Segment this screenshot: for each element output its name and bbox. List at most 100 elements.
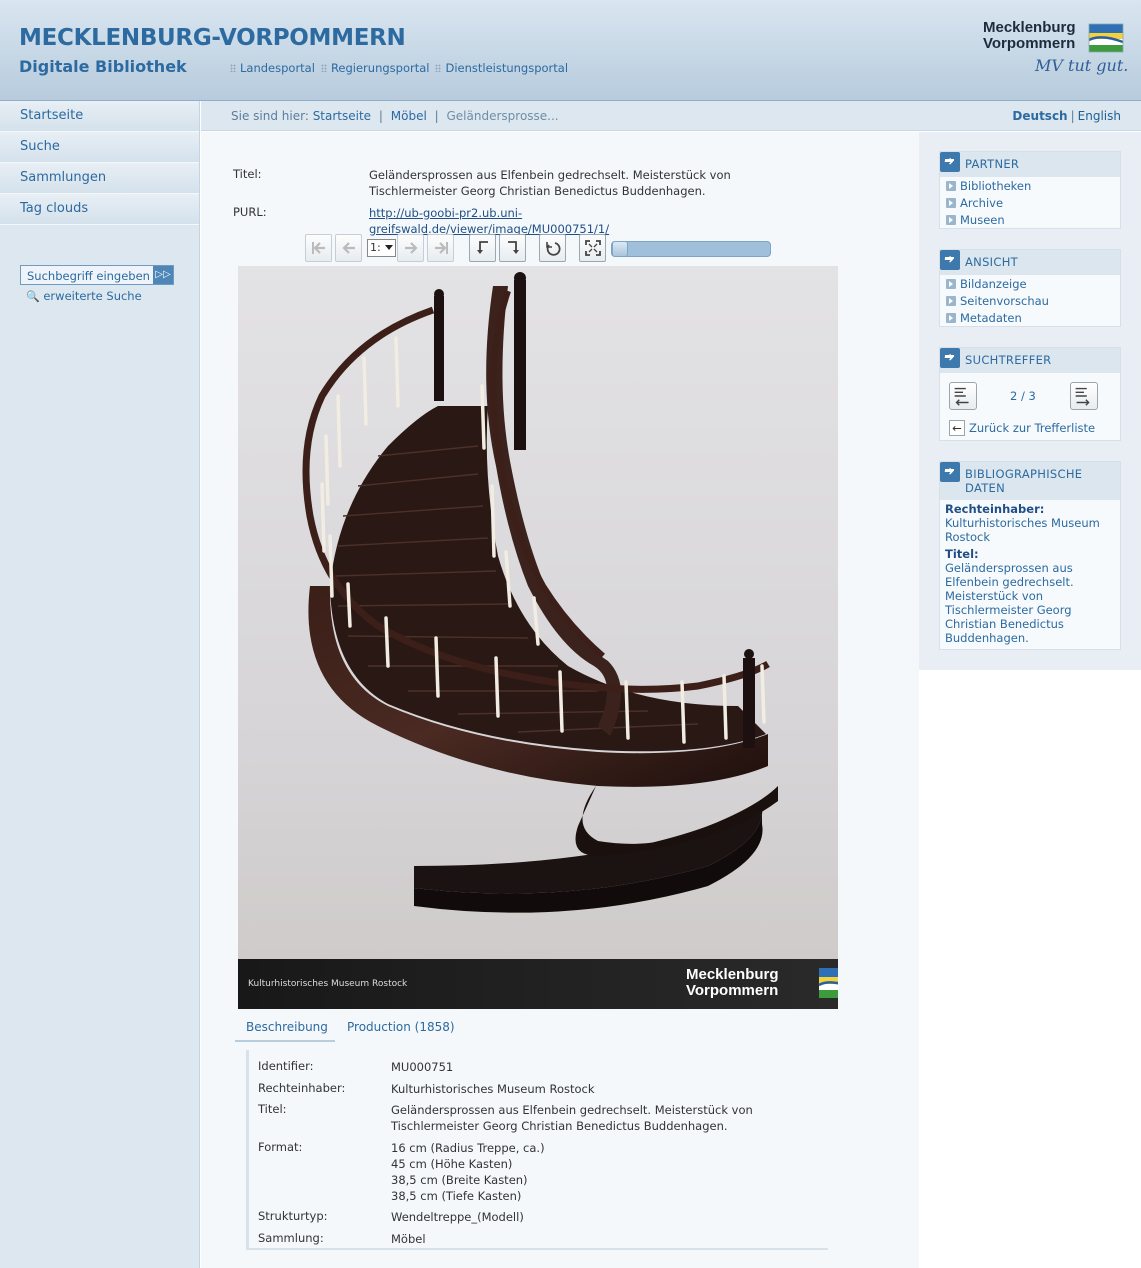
rotate-right-icon [507,241,519,254]
lang-english[interactable]: English [1078,109,1121,123]
advanced-search-link[interactable]: 🔍 erweiterte Suche [26,289,142,303]
back-to-hitlist-link[interactable]: ← Zurück zur Trefferliste [949,420,1095,436]
zoom-slider[interactable] [611,241,771,257]
purl-link[interactable]: http://ub-goobi-pr2.ub.uni-greifswald.de… [369,206,609,236]
detail-tabs: Beschreibung Production (1858) [235,1020,825,1042]
nav-sammlungen[interactable]: Sammlungen [0,163,199,194]
prev-page-button[interactable] [335,234,362,262]
last-page-icon [434,242,448,254]
rotate-left-button[interactable] [469,234,496,262]
bullet-arrow-icon [946,198,956,208]
view-metadaten[interactable]: Metadaten [946,311,1120,328]
breadcrumb-startseite[interactable]: Startseite [313,109,371,123]
fullscreen-button[interactable] [579,234,606,262]
view-seitenvorschau[interactable]: Seitenvorschau [946,294,1120,311]
zoom-slider-handle[interactable] [612,241,628,257]
hits-title: SUCHTREFFER [965,353,1052,367]
partner-museen[interactable]: Museen [946,213,1120,230]
lang-deutsch[interactable]: Deutsch [1012,109,1067,123]
bibliographic-box: ➜ BIBLIOGRAPHISCHE DATEN Rechteinhaber: … [939,461,1121,650]
format-value: 16 cm (Radius Treppe, ca.) 45 cm (Höhe K… [391,1141,545,1203]
breadcrumb: Sie sind hier: Startseite | Möbel | Gelä… [231,109,559,123]
first-page-button[interactable] [305,234,332,262]
bib-rights-value: Kulturhistorisches Museum Rostock [945,516,1100,544]
site-title[interactable]: MECKLENBURG-VORPOMMERN [19,25,406,51]
breadcrumb-moebel[interactable]: Möbel [391,109,427,123]
site-subtitle[interactable]: Digitale Bibliothek [19,57,187,76]
last-page-button[interactable] [427,234,454,262]
site-header: MECKLENBURG-VORPOMMERN Digitale Biblioth… [0,0,1141,101]
dots-icon [320,64,327,72]
staircase-photo [238,266,838,959]
partner-archive[interactable]: Archive [946,196,1120,213]
logo-slogan: MV tut gut. [1035,56,1129,75]
tab-production[interactable]: Production (1858) [347,1020,455,1040]
bullet-arrow-icon [946,313,956,323]
portal-link-regierungsportal[interactable]: Regierungsportal [320,61,429,75]
next-page-button[interactable] [397,234,424,262]
search-box: Suchbegriff eingeben ▷▷ [20,265,174,285]
portal-link-landesportal[interactable]: Landesportal [230,61,315,75]
arrow-left-icon [341,242,355,254]
view-bildanzeige[interactable]: Bildanzeige [946,277,1120,294]
nav-suche[interactable]: Suche [0,132,199,163]
record-title-value: Geländersprossen aus Elfenbein gedrechse… [369,168,731,198]
view-box: ➜ ANSICHT Bildanzeige Seitenvorschau Met… [939,249,1121,327]
left-sidebar: Startseite Suche Sammlungen Tag clouds S… [0,101,200,1268]
partner-bibliotheken[interactable]: Bibliotheken [946,179,1120,196]
first-page-icon [311,242,325,254]
language-switch: Deutsch | English [1012,109,1121,123]
viewer-toolbar: 1: [305,234,775,264]
hits-counter: 2 / 3 [1010,389,1036,403]
rotate-right-button[interactable] [499,234,526,262]
bib-rights-label: Rechteinhaber: [945,502,1045,516]
structure-value: Wendeltreppe_(Modell) [391,1210,524,1224]
bullet-arrow-icon [946,215,956,225]
image-footer: Kulturhistorisches Museum Rostock Meckle… [238,959,838,1009]
record-title-label: Titel: [233,167,262,181]
arrow-box-icon: ➜ [940,250,960,270]
dots-icon [230,64,236,72]
reset-icon [545,242,561,256]
prev-hit-icon [954,387,969,406]
title-value: Geländersprossen aus Elfenbein gedrechse… [391,1103,753,1133]
arrow-box-icon: ➜ [940,348,960,368]
magnifier-icon: 🔍 [26,290,40,303]
portal-link-dienstleistungsportal[interactable]: Dienstleistungsportal [435,61,568,75]
right-sidebar: ➜ PARTNER Bibliotheken Archive Museen ➜ … [919,132,1141,670]
image-credit: Kulturhistorisches Museum Rostock [248,979,408,989]
fullscreen-icon [584,240,601,256]
document-image[interactable]: Kulturhistorisches Museum Rostock Meckle… [238,266,838,1009]
tab-beschreibung[interactable]: Beschreibung [235,1020,335,1042]
page-select[interactable]: 1: [367,239,396,257]
bullet-arrow-icon [946,181,956,191]
partner-title: PARTNER [965,157,1020,171]
mv-logo[interactable]: Mecklenburg Vorpommern MV tut gut. [983,20,1133,82]
mv-flag-icon [818,968,838,998]
nav-tag-clouds[interactable]: Tag clouds [0,194,199,225]
search-input[interactable]: Suchbegriff eingeben [27,269,150,283]
portal-links: Landesportal Regierungsportal Dienstleis… [230,61,568,75]
next-hit-icon [1075,387,1090,406]
prev-hit-button[interactable] [949,382,977,410]
arrow-box-icon: ➜ [940,462,960,482]
bib-title-label: Titel: [945,547,979,561]
collection-value: Möbel [391,1232,426,1246]
view-title: ANSICHT [965,255,1018,269]
nav-startseite[interactable]: Startseite [0,101,199,132]
arrow-box-icon: ➜ [940,152,960,172]
rotate-left-icon [476,241,488,254]
purl-label: PURL: [233,205,267,219]
description-panel: Identifier: MU000751 Rechteinhaber: Kult… [246,1050,828,1250]
chevron-down-icon [385,245,393,250]
bib-title: BIBLIOGRAPHISCHE DATEN [965,467,1083,495]
next-hit-button[interactable] [1070,382,1098,410]
bullet-arrow-icon [946,279,956,289]
bullet-arrow-icon [946,296,956,306]
reset-rotation-button[interactable] [539,234,566,262]
dots-icon [435,64,442,72]
back-arrow-icon: ← [949,420,965,436]
search-go-button[interactable]: ▷▷ [153,266,173,284]
search-hits-box: ➜ SUCHTREFFER 2 / 3 ← Zurück zur Trefferl… [939,347,1121,441]
image-logo: Mecklenburg Vorpommern [686,967,838,999]
